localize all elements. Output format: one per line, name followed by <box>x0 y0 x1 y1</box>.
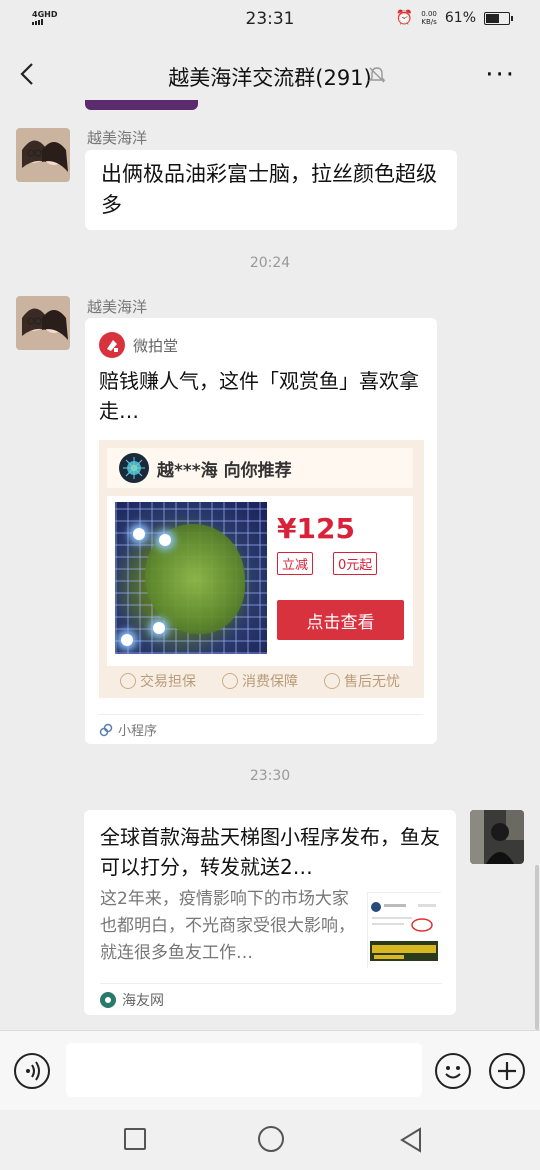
network-speed-value: 0.00 <box>421 10 437 18</box>
weipaitang-logo-icon <box>99 332 125 358</box>
chat-area[interactable]: 越美海洋 出俩极品油彩富士脑，拉丝颜色超级多 20:24 越美海洋 微拍堂 赔钱… <box>0 100 540 1030</box>
product-image-light <box>121 634 133 646</box>
guarantee-label: 交易担保 <box>140 674 196 690</box>
recommender-avatar <box>119 453 149 483</box>
sender-name: 越美海洋 <box>87 298 148 316</box>
voice-icon[interactable] <box>14 1053 50 1089</box>
voice-waves-icon <box>26 1061 40 1081</box>
message-input[interactable] <box>66 1043 422 1097</box>
guarantee-row: 交易担保 消费保障 售后无忧 <box>107 666 413 696</box>
shield-check-icon <box>120 673 136 689</box>
guarantee-label: 消费保障 <box>242 674 298 690</box>
start-price-tag: 0元起 <box>333 552 378 575</box>
square-nav-icon[interactable] <box>124 1128 146 1150</box>
timestamp: 23:30 <box>249 768 291 784</box>
battery-percent: 61% <box>444 10 476 26</box>
mute-bell-icon <box>368 67 386 83</box>
previous-message-edge <box>85 100 198 110</box>
battery-fill <box>486 13 499 23</box>
guarantee-item: 售后无忧 <box>324 671 400 691</box>
recommender-text: 越***海 向你推荐 <box>157 460 292 481</box>
thumbs-up-icon <box>324 673 340 689</box>
more-icon[interactable]: ··· <box>485 60 516 90</box>
alarm-icon: ⏰ <box>395 10 414 26</box>
plus-cross-icon <box>498 1062 516 1080</box>
avatar-image <box>16 296 70 350</box>
network-speed: 0.00 KB/s <box>421 10 437 26</box>
mini-program-icon <box>99 723 113 736</box>
mini-program-card[interactable]: 微拍堂 赔钱赚人气，这件「观赏鱼」喜欢拿走… 越***海 向你推荐 ¥125 立… <box>85 318 437 744</box>
guarantee-item: 交易担保 <box>120 671 196 691</box>
network-speed-unit: KB/s <box>421 18 437 26</box>
status-right: ⏰ 0.00 KB/s 61% <box>395 10 513 26</box>
product-preview[interactable]: 越***海 向你推荐 ¥125 立减 0元起 点击查看 交易担保 消费保障 售后… <box>99 440 424 698</box>
text-message[interactable]: 出俩极品油彩富士脑，拉丝颜色超级多 <box>85 150 457 230</box>
article-description: 这2年来，疫情影响下的市场大家也都明白，不光商家受很大影响，就连很多鱼友工作… <box>100 889 355 963</box>
back-triangle-icon[interactable] <box>398 1126 424 1154</box>
smile-face-icon <box>445 1066 461 1079</box>
article-card[interactable]: 全球首款海盐天梯图小程序发布，鱼友可以打分，转发就送2… 这2年来，疫情影响下的… <box>84 810 456 1015</box>
mini-program-label: 小程序 <box>118 724 158 739</box>
discount-tag: 立减 <box>277 552 314 575</box>
avatar[interactable] <box>16 128 70 182</box>
product-image-light <box>159 534 171 546</box>
input-bar <box>0 1030 540 1110</box>
self-avatar[interactable] <box>470 810 524 864</box>
recommend-header: 越***海 向你推荐 <box>107 448 413 488</box>
guarantee-item: 消费保障 <box>222 671 298 691</box>
product-price: ¥125 <box>277 512 355 545</box>
plus-icon[interactable] <box>489 1053 525 1089</box>
card-source: 微拍堂 <box>85 318 437 358</box>
home-circle-icon[interactable] <box>258 1126 284 1152</box>
product-image-light <box>133 528 145 540</box>
article-thumbnail-image <box>368 893 442 969</box>
consumer-protection-icon <box>222 673 238 689</box>
card-source-name: 微拍堂 <box>133 336 179 355</box>
battery-icon <box>484 11 513 25</box>
product-image-light <box>153 622 165 634</box>
avatar[interactable] <box>16 296 70 350</box>
avatar-image <box>470 810 524 864</box>
product-body: ¥125 立减 0元起 点击查看 <box>107 496 413 666</box>
chat-title: 越美海洋交流群(291) <box>168 66 372 90</box>
view-button[interactable]: 点击查看 <box>277 600 404 640</box>
system-navigation <box>0 1110 540 1170</box>
sender-name: 越美海洋 <box>87 129 148 147</box>
emoji-icon[interactable] <box>435 1053 471 1089</box>
avatar-image <box>16 128 70 182</box>
mini-program-footer: 小程序 <box>99 714 423 744</box>
article-footer: 海友网 <box>100 983 442 1015</box>
scrollbar[interactable] <box>535 865 539 1030</box>
article-title: 全球首款海盐天梯图小程序发布，鱼友可以打分，转发就送2… <box>100 825 440 879</box>
haiyou-logo-icon <box>100 991 116 1008</box>
status-bar: 4GHD 23:31 ⏰ 0.00 KB/s 61% <box>0 0 540 40</box>
article-source: 海友网 <box>122 992 164 1009</box>
timestamp: 20:24 <box>249 255 291 271</box>
guarantee-label: 售后无忧 <box>344 674 400 690</box>
article-thumbnail <box>367 892 442 969</box>
product-image <box>115 502 267 654</box>
card-title: 赔钱赚人气，这件「观赏鱼」喜欢拿走… <box>99 369 419 423</box>
